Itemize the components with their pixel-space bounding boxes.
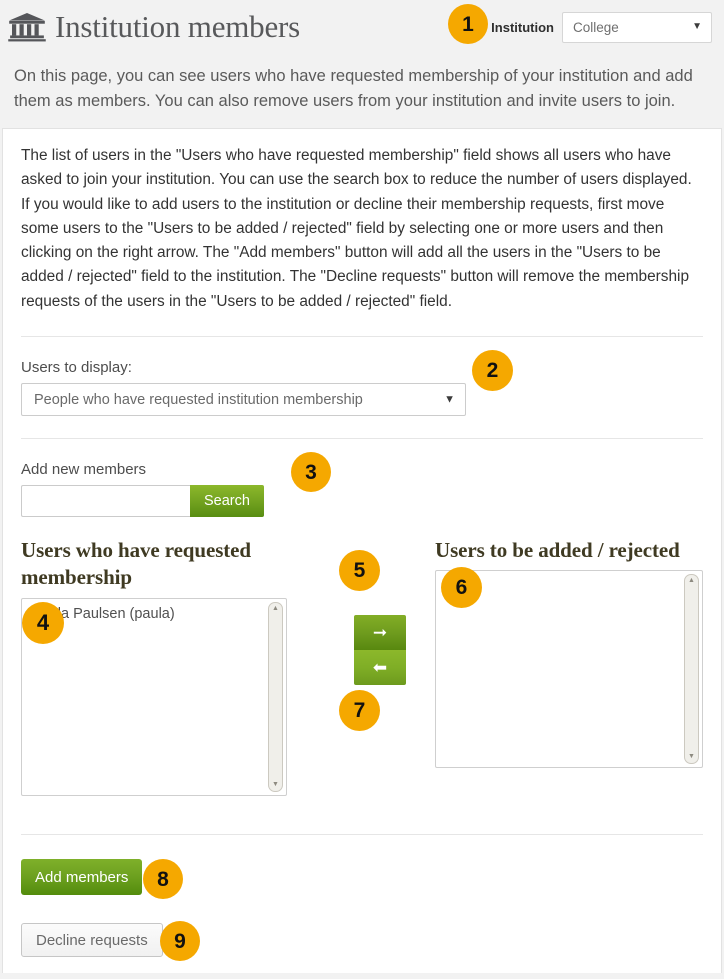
search-input[interactable] (21, 485, 190, 518)
institution-label: Institution (491, 19, 554, 35)
left-list-heading: Users who have requested membership (21, 538, 251, 590)
institution-select-value: College (573, 19, 619, 35)
scroll-up-icon[interactable]: ▲ (688, 577, 695, 585)
listbox-scrollbar[interactable]: ▲ ▼ (684, 574, 699, 765)
transfer-buttons: ➞ ⬅ (354, 615, 406, 686)
help-text: The list of users in the "Users who have… (21, 147, 692, 310)
right-list-heading: Users to be added / rejected (435, 538, 680, 563)
callout-badge-6: 6 (441, 567, 482, 608)
divider-bottom (21, 834, 703, 836)
chevron-down-icon: ▼ (444, 393, 455, 406)
callout-badge-4: 4 (22, 602, 64, 644)
left-list-column: Users who have requested membership Paul… (21, 537, 287, 797)
users-to-display-select[interactable]: People who have requested institution me… (21, 383, 466, 417)
divider-top (21, 336, 703, 338)
scroll-down-icon[interactable]: ▼ (272, 781, 279, 789)
search-button[interactable]: Search (190, 485, 264, 518)
listbox-scrollbar[interactable]: ▲ ▼ (268, 602, 283, 793)
divider-middle (21, 438, 703, 440)
header-institution-group: Institution College ▼ (491, 11, 714, 43)
title-block: Institution members (8, 11, 300, 43)
users-to-display-row: People who have requested institution me… (21, 383, 703, 417)
callout-badge-3: 3 (291, 452, 331, 492)
add-new-members-label: Add new members (21, 461, 147, 479)
page-header: Institution members Institution College … (0, 0, 724, 54)
move-left-button[interactable]: ⬅ (354, 650, 406, 686)
scroll-down-icon[interactable]: ▼ (688, 753, 695, 761)
page-title: Institution members (55, 9, 301, 44)
institution-select[interactable]: College ▼ (562, 11, 712, 43)
users-to-display-label: Users to display: (21, 359, 132, 377)
intro-description: On this page, you can see users who have… (14, 67, 693, 110)
search-row: Search (21, 485, 703, 518)
callout-badge-5: 5 (339, 550, 380, 591)
institution-bank-icon (8, 12, 46, 42)
callout-badge-7: 7 (339, 690, 380, 731)
callout-badge-2: 2 (472, 350, 513, 391)
chevron-down-icon: ▼ (692, 21, 702, 32)
scroll-up-icon[interactable]: ▲ (272, 605, 279, 613)
add-members-button[interactable]: Add members (21, 859, 143, 896)
callout-badge-8: 8 (143, 859, 183, 899)
decline-requests-button[interactable]: Decline requests (21, 923, 163, 958)
users-to-display-value: People who have requested institution me… (34, 391, 363, 408)
move-right-button[interactable]: ➞ (354, 615, 406, 651)
callout-badge-1: 1 (448, 4, 488, 44)
callout-badge-9: 9 (160, 921, 200, 961)
